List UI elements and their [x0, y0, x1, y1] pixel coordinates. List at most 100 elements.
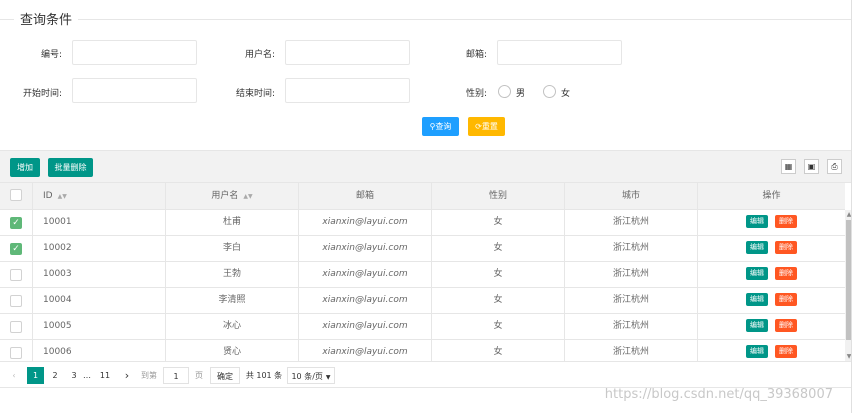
cell-username: 李白: [166, 236, 299, 261]
cell-id: 10003: [33, 262, 166, 287]
row-checkbox[interactable]: [10, 347, 22, 359]
delete-button[interactable]: 删除: [775, 293, 797, 306]
cell-city: 浙江杭州: [565, 210, 698, 235]
goto-suffix: 页: [195, 371, 203, 380]
cell-actions: 编辑 删除: [698, 314, 845, 339]
total-count: 共 101 条: [245, 371, 283, 380]
next-page-icon[interactable]: ›: [120, 367, 134, 384]
delete-button[interactable]: 删除: [775, 345, 797, 358]
cell-city: 浙江杭州: [565, 288, 698, 313]
page-1[interactable]: 1: [27, 367, 44, 384]
goto-confirm-button[interactable]: 确定: [210, 367, 240, 384]
cell-username: 王勃: [166, 262, 299, 287]
cell-username: 李清照: [166, 288, 299, 313]
add-button[interactable]: 增加: [10, 158, 40, 177]
gender-female-radio[interactable]: [543, 85, 556, 98]
end-time-label: 结束时间:: [235, 89, 275, 99]
sort-icon: ▲▼: [57, 193, 67, 200]
gender-male-radio[interactable]: [498, 85, 511, 98]
cell-id: 10002: [33, 236, 166, 261]
id-input[interactable]: [72, 40, 197, 65]
end-time-input[interactable]: [285, 78, 410, 103]
gender-label: 性别:: [465, 89, 487, 99]
edit-button[interactable]: 编辑: [746, 319, 768, 332]
start-time-label: 开始时间:: [22, 89, 62, 99]
col-email: 邮箱: [299, 183, 432, 210]
table-row: 10003 王勃 xianxin@layui.com 女浙江杭州 编辑 删除: [0, 262, 845, 288]
goto-page-input[interactable]: 1: [163, 367, 189, 384]
cell-id: 10005: [33, 314, 166, 339]
watermark: https://blog.csdn.net/qq_39368007: [604, 387, 833, 402]
print-icon[interactable]: ⎙: [827, 159, 842, 174]
delete-button[interactable]: 删除: [775, 215, 797, 228]
table-toolbar: 增加 批量删除 ▦ ▣ ⎙: [0, 150, 851, 183]
table-row: 10005 冰心 xianxin@layui.com 女浙江杭州 编辑 删除: [0, 314, 845, 340]
col-actions: 操作: [762, 191, 781, 201]
id-label: 编号:: [40, 50, 62, 60]
edit-button[interactable]: 编辑: [746, 293, 768, 306]
delete-button[interactable]: 删除: [775, 267, 797, 280]
cell-username: 贤心: [166, 340, 299, 361]
cell-id: 10006: [33, 340, 166, 361]
query-button[interactable]: ⚲查询: [422, 117, 459, 136]
batch-delete-button[interactable]: 批量删除: [48, 158, 93, 177]
sort-icon: ▲▼: [243, 193, 253, 200]
col-gender: 性别: [432, 183, 565, 210]
row-checkbox[interactable]: ✓: [10, 243, 22, 255]
cell-actions: 编辑 删除: [698, 210, 845, 235]
gender-female-label: 女: [561, 89, 571, 99]
table-row: ✓ 10002 李白 xianxin@layui.com 女浙江杭州 编辑 删除: [0, 236, 845, 262]
cell-email: xianxin@layui.com: [299, 236, 432, 261]
cell-id: 10004: [33, 288, 166, 313]
edit-button[interactable]: 编辑: [746, 241, 768, 254]
row-checkbox[interactable]: [10, 321, 22, 333]
cell-gender: 女: [432, 210, 565, 235]
page-11[interactable]: 11: [96, 367, 114, 384]
cell-email: xianxin@layui.com: [299, 340, 432, 361]
col-username[interactable]: 用户名 ▲▼: [166, 183, 299, 210]
cell-email: xianxin@layui.com: [299, 288, 432, 313]
per-page-select[interactable]: 10 条/页 ▼: [287, 367, 335, 384]
edit-button[interactable]: 编辑: [746, 267, 768, 280]
page-2[interactable]: 2: [48, 367, 62, 384]
cell-city: 浙江杭州: [565, 340, 698, 361]
select-all-checkbox[interactable]: [10, 189, 22, 201]
edit-button[interactable]: 编辑: [746, 345, 768, 358]
delete-button[interactable]: 删除: [775, 241, 797, 254]
cell-gender: 女: [432, 340, 565, 361]
row-checkbox[interactable]: ✓: [10, 217, 22, 229]
cell-city: 浙江杭州: [565, 262, 698, 287]
edit-button[interactable]: 编辑: [746, 215, 768, 228]
fieldset-title: 查询条件: [14, 9, 79, 28]
table-row: ✓ 10001 杜甫 xianxin@layui.com 女浙江杭州 编辑 删除: [0, 210, 845, 236]
cell-actions: 编辑 删除: [698, 236, 845, 261]
page-ellipsis: …: [83, 371, 91, 380]
delete-button[interactable]: 删除: [775, 319, 797, 332]
reset-button[interactable]: ⟳重置: [468, 117, 505, 136]
prev-page-icon[interactable]: ‹: [8, 367, 20, 384]
table-body: ✓ 10001 杜甫 xianxin@layui.com 女浙江杭州 编辑 删除 ✓ 10002…: [0, 210, 845, 361]
refresh-icon: ⟳: [475, 122, 482, 131]
row-checkbox[interactable]: [10, 269, 22, 281]
username-input[interactable]: [285, 40, 410, 65]
username-label: 用户名:: [244, 50, 275, 60]
cell-gender: 女: [432, 262, 565, 287]
start-time-input[interactable]: [72, 78, 197, 103]
col-id[interactable]: ID ▲▼: [33, 183, 166, 210]
export-icon[interactable]: ▣: [804, 159, 819, 174]
cell-actions: 编辑 删除: [698, 262, 845, 287]
col-city: 城市: [565, 183, 698, 210]
email-input[interactable]: [497, 40, 622, 65]
columns-icon[interactable]: ▦: [781, 159, 796, 174]
table-row: 10006 贤心 xianxin@layui.com 女浙江杭州 编辑 删除: [0, 340, 845, 361]
page-3[interactable]: 3: [67, 367, 81, 384]
cell-email: xianxin@layui.com: [299, 262, 432, 287]
dropdown-arrow-icon: ▼: [325, 374, 331, 381]
cell-id: 10001: [33, 210, 166, 235]
row-checkbox[interactable]: [10, 295, 22, 307]
cell-actions: 编辑 删除: [698, 340, 845, 361]
email-label: 邮箱:: [465, 50, 487, 60]
cell-actions: 编辑 删除: [698, 288, 845, 313]
pagination: ‹ 1 2 3 … 11 › 到第 1 页 确定 共 101 条 10 条/页 ▼: [0, 361, 851, 388]
cell-username: 冰心: [166, 314, 299, 339]
